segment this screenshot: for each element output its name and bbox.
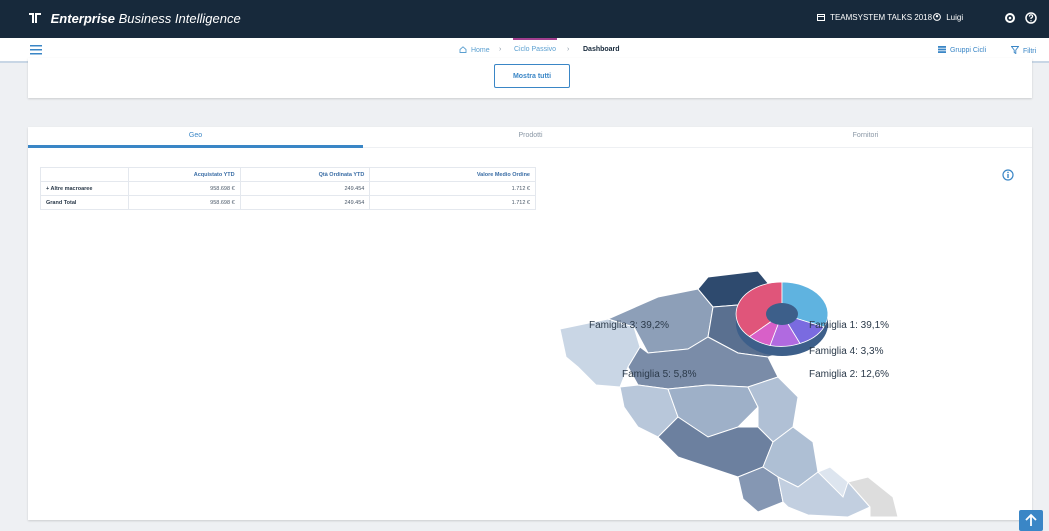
pivot-table: Acquistato YTD Qtà Ordinata YTD Valore M…: [40, 167, 536, 210]
table-cell: 249.454: [239, 195, 371, 210]
settings-icon[interactable]: [1003, 11, 1017, 25]
pie-chart[interactable]: [735, 281, 829, 356]
tab-bar: Geo Prodotti Fornitori: [28, 127, 1032, 148]
user-menu[interactable]: Luigi: [933, 13, 963, 22]
table-header: [40, 167, 129, 182]
choropleth-map[interactable]: [548, 267, 978, 517]
table-header[interactable]: Acquistato YTD: [127, 167, 241, 182]
table-header-row: Acquistato YTD Qtà Ordinata YTD Valore M…: [40, 167, 536, 182]
filters-button[interactable]: Filtri: [1010, 46, 1037, 55]
table-row: Grand Total 958.698 € 249.454 1.712 €: [40, 195, 536, 210]
app-brand[interactable]: Enterprise Business Intelligence: [28, 11, 241, 26]
pie-label-famiglia-5: Famiglia 5: 5,8%: [622, 369, 697, 380]
table-row-expand[interactable]: + Altre macroaree: [40, 181, 129, 196]
filter-icon: [1010, 46, 1020, 55]
help-icon[interactable]: [1024, 11, 1038, 25]
pie-label-famiglia-1: Famiglia 1: 39,1%: [809, 320, 890, 331]
table-row: + Altre macroaree 958.698 € 249.454 1.71…: [40, 181, 536, 196]
table-cell: 1.712 €: [369, 181, 536, 196]
arrow-up-icon: [1025, 513, 1037, 526]
groups-label: Gruppi Cicli: [949, 47, 987, 54]
breadcrumb-section[interactable]: Ciclo Passivo: [514, 46, 556, 53]
dashboard-panel: Geo Prodotti Fornitori Acquistato YTD Qt…: [28, 127, 1032, 520]
breadcrumb-home-label: Home: [470, 47, 490, 54]
breadcrumb-active-indicator: [513, 38, 557, 40]
calendar-icon: [817, 14, 825, 21]
show-all-button[interactable]: Mostra tutti: [494, 64, 570, 88]
home-icon: [459, 46, 467, 53]
breadcrumb-separator: ›: [499, 46, 502, 53]
filters-label: Filtri: [1022, 48, 1037, 55]
filter-panel: Mostra tutti: [28, 58, 1032, 98]
user-name: Luigi: [946, 13, 964, 22]
scroll-top-button[interactable]: [1019, 510, 1043, 531]
table-cell: 249.454: [239, 181, 371, 196]
menu-icon[interactable]: [30, 45, 42, 55]
tab-prodotti[interactable]: Prodotti: [363, 127, 698, 148]
table-cell: 958.698 €: [127, 195, 241, 210]
info-icon[interactable]: [1002, 169, 1014, 181]
app-logo-icon: [29, 13, 41, 23]
table-header[interactable]: Valore Medio Ordine: [369, 167, 536, 182]
table-cell: 958.698 €: [127, 181, 241, 196]
tab-fornitori[interactable]: Fornitori: [698, 127, 1032, 148]
brand-light: Business Intelligence: [118, 11, 241, 26]
breadcrumb-separator: ›: [567, 46, 570, 53]
table-row-label: Grand Total: [40, 195, 129, 210]
pie-label-famiglia-3: Famiglia 3: 39,2%: [589, 320, 670, 331]
pie-hole: [766, 303, 798, 325]
top-bar: Enterprise Business Intelligence TEAMSYS…: [0, 0, 1049, 38]
groups-button[interactable]: Gruppi Cicli: [938, 46, 986, 54]
breadcrumb-current: Dashboard: [583, 46, 620, 53]
workspace-label: TEAMSYSTEM TALKS 2018: [830, 13, 933, 22]
groups-icon: [938, 46, 946, 53]
breadcrumb-home[interactable]: Home: [459, 46, 490, 54]
pie-label-famiglia-2: Famiglia 2: 12,6%: [809, 369, 890, 380]
table-header[interactable]: Qtà Ordinata YTD: [239, 167, 371, 182]
workspace-selector[interactable]: TEAMSYSTEM TALKS 2018: [817, 13, 932, 22]
tab-geo[interactable]: Geo: [28, 127, 363, 148]
brand-bold: Enterprise: [50, 11, 115, 26]
user-icon: [933, 13, 941, 21]
pie-label-famiglia-4: Famiglia 4: 3,3%: [809, 346, 884, 357]
table-cell: 1.712 €: [369, 195, 536, 210]
